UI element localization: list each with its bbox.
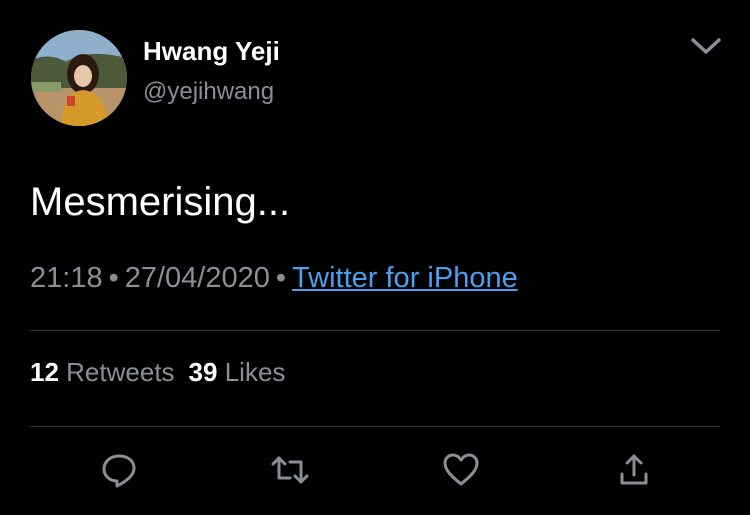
retweets-label: Retweets <box>66 357 175 387</box>
share-icon[interactable] <box>614 450 654 490</box>
retweets-count: 12 <box>30 357 59 387</box>
likes-label: Likes <box>224 357 286 387</box>
likes-stat[interactable]: 39 Likes <box>189 357 286 387</box>
tweet-date: 27/04/2020 <box>124 262 270 294</box>
avatar[interactable] <box>31 30 127 126</box>
divider <box>30 426 720 427</box>
reply-icon[interactable] <box>99 450 139 490</box>
tweet-stats: 12 Retweets 39 Likes <box>30 357 299 388</box>
tweet-meta: 21:18 • 27/04/2020 • Twitter for iPhone <box>30 262 518 295</box>
display-name[interactable]: Hwang Yeji <box>143 36 280 67</box>
tweet-detail: Hwang Yeji @yejihwang Mesmerising... 21:… <box>0 0 750 515</box>
user-handle[interactable]: @yejihwang <box>143 78 274 106</box>
tweet-source-link[interactable]: Twitter for iPhone <box>292 262 518 294</box>
tweet-text: Mesmerising... <box>30 180 291 224</box>
retweets-stat[interactable]: 12 Retweets <box>30 357 175 387</box>
tweet-time: 21:18 <box>30 262 103 294</box>
divider <box>30 330 720 331</box>
retweet-icon[interactable] <box>270 450 310 490</box>
chevron-down-icon[interactable] <box>686 32 726 60</box>
meta-separator: • <box>275 262 287 294</box>
likes-count: 39 <box>188 357 218 387</box>
meta-separator: • <box>108 262 119 294</box>
heart-icon[interactable] <box>441 450 481 490</box>
